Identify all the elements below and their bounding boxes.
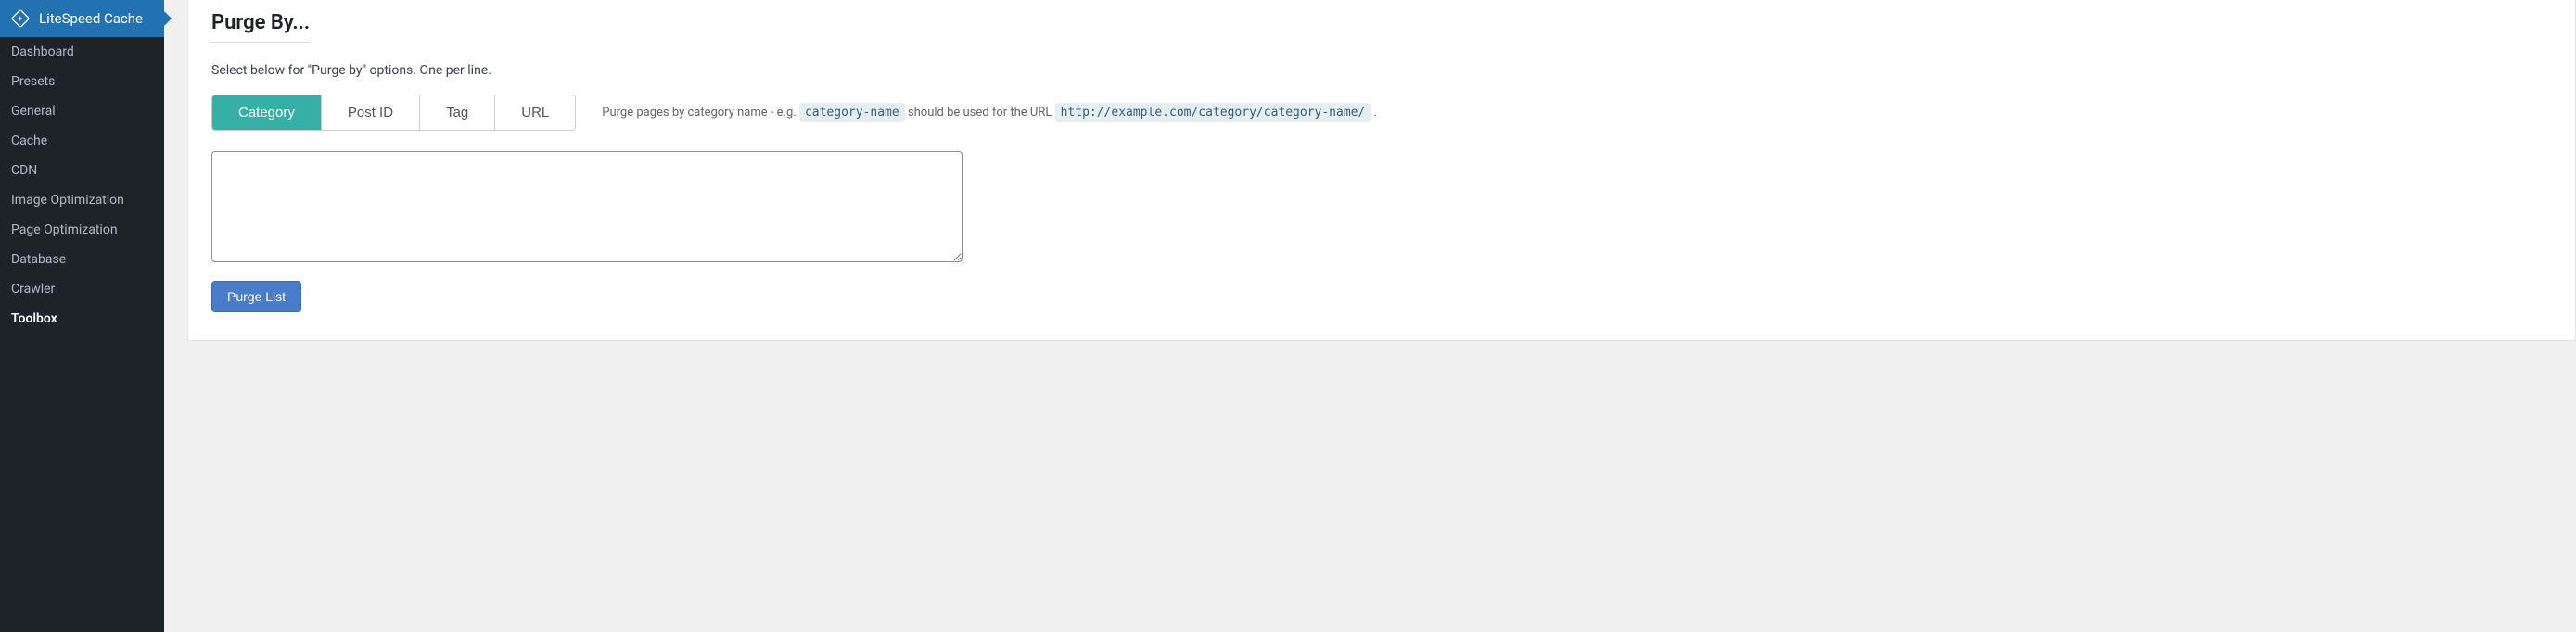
help-text-mid: should be used for the URL bbox=[905, 106, 1055, 120]
sidebar-brand[interactable]: LiteSpeed Cache bbox=[0, 0, 164, 37]
tabs-row: Category Post ID Tag URL Purge pages by … bbox=[211, 95, 2552, 131]
litespeed-icon bbox=[11, 9, 30, 28]
help-code-1: category-name bbox=[799, 103, 905, 122]
tab-url[interactable]: URL bbox=[495, 95, 575, 130]
help-text-post: . bbox=[1371, 106, 1377, 120]
section-description: Select below for "Purge by" options. One… bbox=[211, 63, 2552, 78]
help-text: Purge pages by category name - e.g. cate… bbox=[602, 106, 1377, 120]
sidebar-item-label: Database bbox=[11, 252, 66, 267]
tab-category[interactable]: Category bbox=[212, 95, 322, 130]
sidebar: LiteSpeed Cache Dashboard Presets Genera… bbox=[0, 0, 164, 632]
purge-list-button[interactable]: Purge List bbox=[211, 281, 301, 312]
help-code-2: http://example.com/category/category-nam… bbox=[1055, 103, 1371, 122]
sidebar-item-crawler[interactable]: Crawler bbox=[0, 274, 164, 304]
help-text-pre: Purge pages by category name - e.g. bbox=[602, 106, 799, 120]
sidebar-item-label: Cache bbox=[11, 133, 47, 148]
sidebar-item-cdn[interactable]: CDN bbox=[0, 156, 164, 185]
sidebar-item-presets[interactable]: Presets bbox=[0, 67, 164, 96]
sidebar-item-database[interactable]: Database bbox=[0, 245, 164, 274]
sidebar-item-label: Page Optimization bbox=[11, 222, 118, 237]
sidebar-item-label: CDN bbox=[11, 163, 37, 178]
brand-label: LiteSpeed Cache bbox=[39, 10, 143, 27]
tab-tag[interactable]: Tag bbox=[420, 95, 495, 130]
sidebar-item-label: Crawler bbox=[11, 282, 55, 297]
content-box: Purge By... Select below for "Purge by" … bbox=[187, 0, 2576, 341]
tab-post-id[interactable]: Post ID bbox=[322, 95, 420, 130]
sidebar-item-label: Toolbox bbox=[11, 311, 57, 326]
section-title: Purge By... bbox=[211, 11, 310, 43]
sidebar-item-page-optimization[interactable]: Page Optimization bbox=[0, 215, 164, 245]
sidebar-item-dashboard[interactable]: Dashboard bbox=[0, 37, 164, 67]
sidebar-item-label: Presets bbox=[11, 74, 55, 89]
sidebar-item-general[interactable]: General bbox=[0, 96, 164, 126]
purge-by-tabs: Category Post ID Tag URL bbox=[211, 95, 576, 131]
sidebar-item-label: General bbox=[11, 104, 56, 119]
main-content: Purge By... Select below for "Purge by" … bbox=[164, 0, 2576, 632]
sidebar-item-image-optimization[interactable]: Image Optimization bbox=[0, 185, 164, 215]
sidebar-item-label: Image Optimization bbox=[11, 193, 124, 208]
purge-input[interactable] bbox=[211, 151, 963, 262]
sidebar-item-cache[interactable]: Cache bbox=[0, 126, 164, 156]
sidebar-item-label: Dashboard bbox=[11, 44, 74, 59]
sidebar-item-toolbox[interactable]: Toolbox bbox=[0, 304, 164, 334]
